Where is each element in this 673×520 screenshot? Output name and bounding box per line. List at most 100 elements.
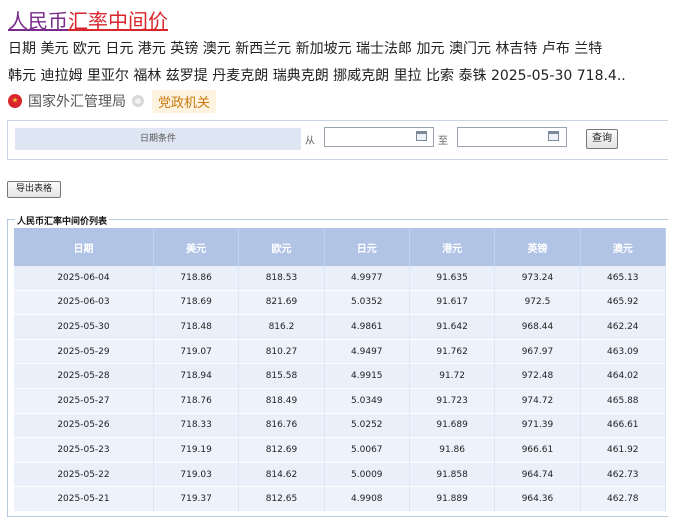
cell-jpy: 4.9908	[324, 487, 410, 512]
cell-gbp: 967.97	[495, 339, 581, 365]
cell-eur: 818.49	[239, 388, 325, 414]
source-name[interactable]: 国家外汇管理局	[28, 91, 126, 111]
cell-gbp: 972.5	[495, 290, 581, 316]
cell-eur: 810.27	[239, 339, 325, 365]
cell-aud: 462.78	[580, 487, 666, 512]
date-condition-label: 日期条件	[15, 128, 301, 150]
col-header-gbp: 英镑	[495, 228, 581, 266]
cell-eur: 812.65	[239, 487, 325, 512]
cell-aud: 464.02	[580, 364, 666, 389]
result-snippet-line-1: 日期 美元 欧元 日元 港元 英镑 澳元 新西兰元 新加坡元 瑞士法郎 加元 澳…	[8, 41, 603, 57]
cell-hkd: 91.642	[409, 315, 496, 340]
export-table-button[interactable]: 导出表格	[7, 181, 61, 198]
cell-date: 2025-06-04	[14, 266, 154, 291]
cell-eur: 818.53	[239, 266, 325, 291]
cell-date: 2025-05-26	[14, 413, 154, 439]
cell-eur: 821.69	[239, 290, 325, 316]
result-title-link[interactable]: 人民币汇率中间价	[8, 5, 168, 34]
result-snippet-line-2: 韩元 迪拉姆 里亚尔 福林 兹罗提 丹麦克朗 瑞典克朗 挪威克朗 里拉 比索 泰…	[8, 68, 626, 84]
cell-jpy: 4.9497	[324, 339, 410, 365]
cell-date: 2025-05-28	[14, 364, 154, 389]
government-badge: 党政机关	[152, 89, 217, 113]
from-label: 从	[305, 136, 315, 147]
rate-table-body: 2025-06-04 718.86 818.53 4.9977 91.635 973.24…	[14, 266, 666, 512]
cell-aud: 465.88	[580, 388, 666, 414]
cell-eur: 816.2	[239, 315, 325, 340]
cell-usd: 718.48	[153, 315, 240, 340]
cell-jpy: 4.9977	[324, 266, 410, 291]
cell-hkd: 91.723	[409, 388, 496, 414]
col-header-eur: 欧元	[239, 228, 325, 266]
table-header-row: 日期 美元 欧元 日元 港元 英镑 澳元	[14, 228, 666, 266]
query-button[interactable]: 查询	[586, 129, 618, 149]
col-header-date: 日期	[14, 228, 154, 266]
cell-hkd: 91.86	[409, 438, 496, 463]
cell-date: 2025-05-30	[14, 315, 154, 340]
cell-eur: 814.62	[239, 462, 325, 488]
table-row: 2025-05-27 718.76 818.49 5.0349 91.723 974.72…	[14, 388, 666, 414]
cell-aud: 461.92	[580, 438, 666, 463]
cell-hkd: 91.72	[409, 364, 496, 389]
cell-gbp: 964.74	[495, 462, 581, 488]
calendar-icon[interactable]	[416, 131, 427, 141]
title-part-rmb[interactable]: 人民币	[8, 9, 68, 33]
cell-usd: 718.33	[153, 413, 240, 439]
table-row: 2025-05-21 719.37 812.65 4.9908 91.889 964.36…	[14, 487, 666, 512]
cell-date: 2025-05-21	[14, 487, 154, 512]
calendar-icon[interactable]	[548, 131, 559, 141]
cell-gbp: 971.39	[495, 413, 581, 439]
table-row: 2025-05-28 718.94 815.58 4.9915 91.72 972.48 4…	[14, 364, 666, 389]
cell-hkd: 91.635	[409, 266, 496, 291]
col-header-usd: 美元	[153, 228, 240, 266]
cell-eur: 812.69	[239, 438, 325, 463]
date-filter-panel: 日期条件 从 至 查询	[7, 120, 668, 160]
cell-jpy: 4.9861	[324, 315, 410, 340]
result-source[interactable]: 国家外汇管理局 党政机关	[8, 89, 217, 113]
verified-icon	[132, 95, 144, 107]
cell-eur: 815.58	[239, 364, 325, 389]
cell-jpy: 5.0009	[324, 462, 410, 488]
cell-hkd: 91.689	[409, 413, 496, 439]
table-caption: 人民币汇率中间价列表	[15, 214, 110, 227]
table-row: 2025-05-26 718.33 816.76 5.0252 91.689 971.39…	[14, 413, 666, 439]
cell-hkd: 91.617	[409, 290, 496, 316]
cell-jpy: 5.0067	[324, 438, 410, 463]
cell-aud: 462.73	[580, 462, 666, 488]
cell-aud: 465.13	[580, 266, 666, 291]
to-label: 至	[438, 136, 448, 147]
table-row: 2025-05-29 719.07 810.27 4.9497 91.762 967.97…	[14, 339, 666, 365]
cell-aud: 462.24	[580, 315, 666, 340]
cell-aud: 466.61	[580, 413, 666, 439]
cell-jpy: 5.0349	[324, 388, 410, 414]
table-row: 2025-05-23 719.19 812.69 5.0067 91.86 966.61 4…	[14, 438, 666, 463]
cell-usd: 718.76	[153, 388, 240, 414]
cell-usd: 718.94	[153, 364, 240, 389]
cell-usd: 718.86	[153, 266, 240, 291]
cell-gbp: 968.44	[495, 315, 581, 340]
cell-usd: 719.19	[153, 438, 240, 463]
cell-jpy: 5.0252	[324, 413, 410, 439]
cell-jpy: 4.9915	[324, 364, 410, 389]
col-header-hkd: 港元	[409, 228, 496, 266]
cell-hkd: 91.762	[409, 339, 496, 365]
cell-gbp: 972.48	[495, 364, 581, 389]
cell-date: 2025-05-27	[14, 388, 154, 414]
cell-aud: 465.92	[580, 290, 666, 316]
title-part-rate[interactable]: 汇率中间价	[68, 9, 168, 33]
cell-usd: 719.03	[153, 462, 240, 488]
cell-gbp: 964.36	[495, 487, 581, 512]
table-row: 2025-05-22 719.03 814.62 5.0009 91.858 964.74…	[14, 462, 666, 488]
cell-gbp: 973.24	[495, 266, 581, 291]
cell-hkd: 91.858	[409, 462, 496, 488]
cell-date: 2025-05-22	[14, 462, 154, 488]
table-row: 2025-06-04 718.86 818.53 4.9977 91.635 973.24…	[14, 266, 666, 291]
cell-usd: 719.37	[153, 487, 240, 512]
cell-usd: 719.07	[153, 339, 240, 365]
cell-jpy: 5.0352	[324, 290, 410, 316]
cell-gbp: 966.61	[495, 438, 581, 463]
table-row: 2025-05-30 718.48 816.2 4.9861 91.642 968.44 4…	[14, 315, 666, 340]
cell-date: 2025-06-03	[14, 290, 154, 316]
cell-usd: 718.69	[153, 290, 240, 316]
cell-date: 2025-05-29	[14, 339, 154, 365]
cell-gbp: 974.72	[495, 388, 581, 414]
